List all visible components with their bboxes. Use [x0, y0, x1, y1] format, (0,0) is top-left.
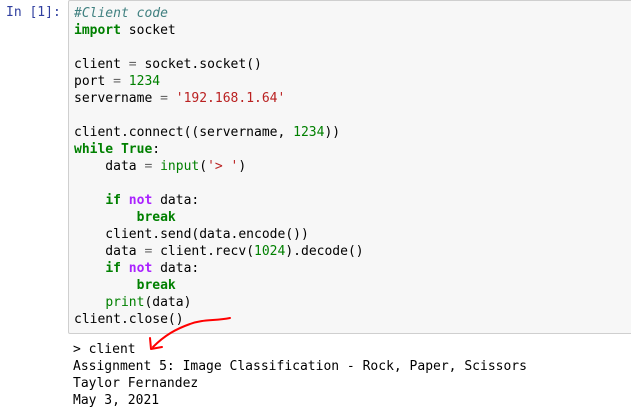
code-token: ): [238, 159, 247, 174]
code-token: data: [74, 159, 145, 174]
code-token: input: [160, 159, 200, 174]
code-line: if not data:: [74, 260, 364, 277]
code-token: socket: [120, 23, 176, 38]
code-token: while: [74, 142, 114, 157]
code-line: break: [74, 277, 364, 294]
code-token: break: [136, 210, 176, 225]
code-token: not: [128, 193, 153, 208]
code-token: 1234: [128, 74, 161, 89]
code-token: port: [74, 74, 114, 89]
code-token: if: [105, 193, 121, 208]
code-token: client.close(): [74, 312, 184, 327]
code-token: 1234: [293, 125, 325, 140]
output-line: Assignment 5: Image Classification - Roc…: [73, 359, 527, 374]
code-token: if: [105, 261, 121, 276]
output-line: Taylor Fernandez: [73, 376, 199, 391]
code-token: =: [160, 91, 168, 106]
code-token: #Client code: [74, 6, 168, 21]
code-line: client.send(data.encode()): [74, 226, 364, 243]
code-token: client.recv(: [152, 244, 255, 259]
code-line: client.connect((servername, 1234)): [74, 124, 364, 141]
code-editor[interactable]: #Client code import socket client = socket…: [74, 5, 364, 328]
code-token: :: [152, 142, 161, 157]
code-token: True: [120, 142, 153, 157]
code-line: port = 1234: [74, 73, 364, 90]
code-token: import: [74, 23, 121, 38]
code-token: print: [105, 295, 145, 310]
code-token: client.send(data.encode()): [74, 227, 309, 242]
code-token: servername: [74, 91, 161, 106]
code-line: data = client.recv(1024).decode(): [74, 243, 364, 260]
code-line: data = input('> '): [74, 158, 364, 175]
code-token: '> ': [207, 159, 239, 174]
code-token: (data): [144, 295, 192, 310]
code-line: servername = '192.168.1.64': [74, 90, 364, 107]
code-token: )): [324, 125, 341, 140]
cell-prompt: In [1]:: [6, 5, 61, 20]
code-line: while True:: [74, 141, 364, 158]
output-line: > client: [73, 342, 136, 357]
code-token: not: [128, 261, 153, 276]
cell-output: > client Assignment 5: Image Classificati…: [73, 341, 527, 409]
code-token: ).decode(): [285, 244, 364, 259]
code-token: =: [128, 57, 137, 72]
code-token: 1024: [254, 244, 286, 259]
code-token: '192.168.1.64': [175, 91, 286, 106]
code-token: client.connect((servername,: [74, 125, 294, 140]
output-line: May 3, 2021: [73, 393, 160, 408]
code-line: client.close(): [74, 311, 364, 328]
code-token: socket.socket(): [136, 57, 262, 72]
code-line: break: [74, 209, 364, 226]
code-token: =: [113, 74, 121, 89]
code-token: data:: [152, 193, 200, 208]
code-token: (: [199, 159, 208, 174]
code-line: import socket: [74, 22, 364, 39]
code-line: client = socket.socket(): [74, 56, 364, 73]
code-token: data:: [152, 261, 200, 276]
code-token: break: [136, 278, 176, 293]
code-line: print(data): [74, 294, 364, 311]
code-token: data: [74, 244, 145, 259]
code-token: client: [74, 57, 129, 72]
code-input-area[interactable]: #Client code import socket client = socket…: [68, 0, 631, 334]
code-line: if not data:: [74, 192, 364, 209]
code-line: #Client code: [74, 5, 364, 22]
